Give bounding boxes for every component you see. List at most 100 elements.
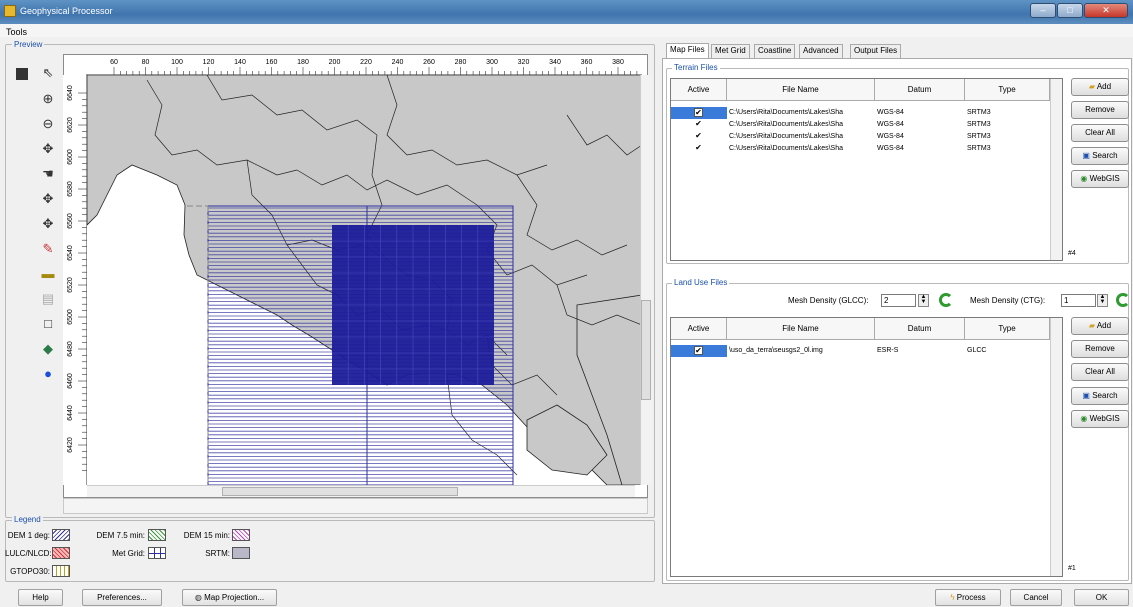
ruler-icon[interactable]: ▬: [39, 265, 57, 283]
cancel-button[interactable]: Cancel: [1010, 589, 1062, 606]
terrain-add-label: Add: [1096, 82, 1112, 91]
terrain-remove-button[interactable]: Remove: [1071, 101, 1129, 119]
ruler-x-tick: 220: [360, 59, 372, 66]
menu-tools[interactable]: Tools: [6, 27, 27, 37]
stop-icon[interactable]: [16, 68, 28, 80]
legend-swatch-dem15: [232, 529, 250, 541]
table-row[interactable]: ✔ C:\Users\Rita\Documents\Lakes\Sha WGS-…: [671, 107, 1050, 119]
map-hscroll-thumb[interactable]: [222, 487, 458, 496]
table-row[interactable]: ✔ C:\Users\Rita\Documents\Lakes\Sha WGS-…: [671, 143, 1050, 155]
zoom-out-icon[interactable]: ⊖: [39, 115, 57, 133]
cell-datum: WGS-84: [877, 121, 904, 128]
ruler-x-tick: 200: [329, 59, 341, 66]
move-icon[interactable]: ✥: [39, 215, 57, 233]
met-grid: [332, 225, 494, 385]
map-vscroll[interactable]: [640, 75, 652, 485]
legend-text-gtopo: GTOPO30:: [10, 567, 50, 576]
col-file-name[interactable]: File Name: [727, 79, 875, 101]
ruler-x-tick: 280: [455, 59, 467, 66]
active-checkbox[interactable]: ✔: [694, 108, 703, 117]
landuse-webgis-button[interactable]: ◉ WebGIS: [1071, 410, 1129, 428]
glcc-spinner[interactable]: ▲ ▼: [918, 294, 929, 307]
col-type[interactable]: Type: [965, 79, 1050, 101]
landuse-search-button[interactable]: ▣ Search: [1071, 387, 1129, 405]
cell-file: C:\Users\Rita\Documents\Lakes\Sha: [729, 121, 843, 128]
cell-type: GLCC: [967, 347, 987, 354]
table-row[interactable]: ✔ C:\Users\Rita\Documents\Lakes\Sha WGS-…: [671, 119, 1050, 131]
landuse-remove-button[interactable]: Remove: [1071, 340, 1129, 358]
table-row[interactable]: ✔ C:\Users\Rita\Documents\Lakes\Sha WGS-…: [671, 131, 1050, 143]
ctg-spinner[interactable]: ▲ ▼: [1097, 294, 1108, 307]
landuse-clear-all-button[interactable]: Clear All: [1071, 363, 1129, 381]
landuse-search-label: Search: [1092, 391, 1118, 400]
hand-icon[interactable]: ☚: [39, 165, 57, 183]
cell-datum: WGS-84: [877, 133, 904, 140]
active-checkbox[interactable]: ✔: [694, 144, 703, 153]
move-up-icon[interactable]: ✥: [39, 190, 57, 208]
terrain-files-label: Terrain Files: [672, 63, 720, 72]
maximize-icon[interactable]: □: [1057, 3, 1083, 18]
ruler-y-tick: 6520: [67, 277, 74, 293]
tab-map-files[interactable]: Map Files: [666, 43, 709, 59]
ctg-refresh-icon[interactable]: [1116, 293, 1130, 307]
ruler-x-tick: 80: [142, 59, 150, 66]
cell-datum: ESR-S: [877, 347, 899, 354]
tab-met-grid[interactable]: Met Grid: [711, 44, 750, 58]
cell-type: SRTM3: [967, 145, 991, 152]
globe-icon: ◉: [1080, 174, 1088, 183]
zoom-in-icon[interactable]: ⊕: [39, 90, 57, 108]
map-canvas[interactable]: [87, 75, 642, 485]
legend-text-dem1: DEM 1 deg:: [7, 531, 50, 540]
cell-datum: WGS-84: [877, 145, 904, 152]
landuse-add-button[interactable]: ▰ Add: [1071, 317, 1129, 335]
col-active[interactable]: Active: [671, 79, 727, 101]
map-projection-button[interactable]: ◍ Map Projection...: [182, 589, 277, 606]
terrain-clear-all-button[interactable]: Clear All: [1071, 124, 1129, 142]
terrain-webgis-button[interactable]: ◉ WebGIS: [1071, 170, 1129, 188]
ruler-x-tick: 360: [581, 59, 593, 66]
pointer-icon[interactable]: ⇖: [39, 64, 57, 82]
help-button[interactable]: Help: [18, 589, 63, 606]
ctg-mesh-input[interactable]: 1: [1061, 294, 1096, 307]
land-use-table-scrollbar[interactable]: [1050, 318, 1062, 576]
active-checkbox[interactable]: ✔: [694, 120, 703, 129]
preferences-button[interactable]: Preferences...: [82, 589, 162, 606]
active-checkbox[interactable]: ✔: [694, 346, 703, 355]
ruler-y-tick: 6460: [67, 373, 74, 389]
terrain-add-button[interactable]: ▰ Add: [1071, 78, 1129, 96]
search-icon: ▣: [1082, 151, 1090, 160]
layers-icon[interactable]: ▤: [39, 290, 57, 308]
col-file-name[interactable]: File Name: [727, 318, 875, 340]
table-row[interactable]: ✔ \uso_da_terra\seusgs2_0l.img ESR-S GLC…: [671, 345, 1050, 357]
cell-datum: WGS-84: [877, 109, 904, 116]
pencil-icon[interactable]: ✎: [39, 240, 57, 258]
search-icon: ▣: [1082, 391, 1090, 400]
menu-bar: [0, 24, 1133, 37]
close-icon[interactable]: ✕: [1084, 3, 1128, 18]
process-button[interactable]: ϟ Process: [935, 589, 1001, 606]
tab-output-files[interactable]: Output Files: [850, 44, 902, 58]
glcc-label: Mesh Density (GLCC):: [788, 296, 869, 305]
map-vscroll-thumb[interactable]: [641, 300, 651, 400]
map-layer-icon[interactable]: ◆: [39, 340, 57, 358]
pan-icon[interactable]: ✥: [39, 140, 57, 158]
col-datum[interactable]: Datum: [875, 318, 965, 340]
glcc-refresh-icon[interactable]: [939, 293, 953, 307]
col-datum[interactable]: Datum: [875, 79, 965, 101]
terrain-table-scrollbar[interactable]: [1050, 79, 1062, 260]
active-checkbox[interactable]: ✔: [694, 132, 703, 141]
ruler-top: 60 80 100 120 140 160 180 200 220 240 260 280 300 320…: [86, 55, 644, 75]
ok-button[interactable]: OK: [1074, 589, 1129, 606]
glcc-mesh-input[interactable]: 2: [881, 294, 916, 307]
legend-swatch-dem75: [148, 529, 166, 541]
tab-advanced[interactable]: Advanced: [799, 44, 843, 58]
rectangle-icon[interactable]: □: [39, 315, 57, 333]
land-use-label: Land Use Files: [672, 278, 730, 287]
col-active[interactable]: Active: [671, 318, 727, 340]
window-controls: – □ ✕: [1030, 3, 1128, 19]
col-type[interactable]: Type: [965, 318, 1050, 340]
minimize-icon[interactable]: –: [1030, 3, 1056, 18]
terrain-search-button[interactable]: ▣ Search: [1071, 147, 1129, 165]
info-icon[interactable]: ●: [39, 365, 57, 383]
tab-coastline[interactable]: Coastline: [754, 44, 796, 58]
